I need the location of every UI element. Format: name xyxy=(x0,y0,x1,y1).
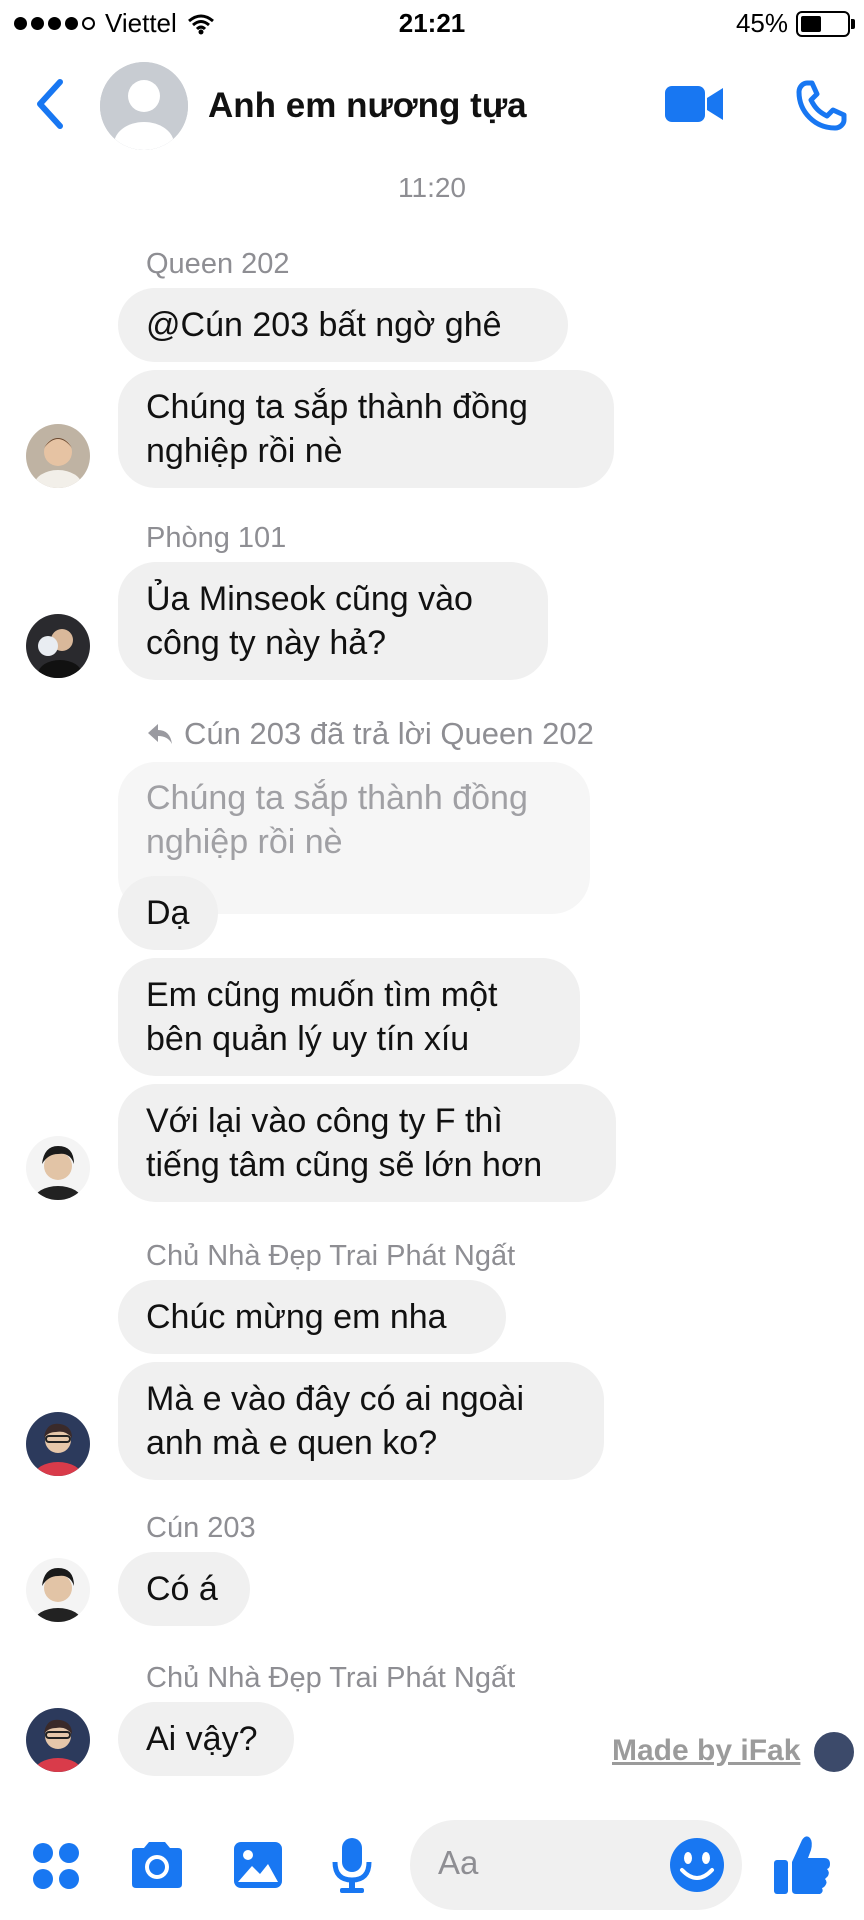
message-bubble[interactable]: Chúc mừng em nha xyxy=(118,1280,506,1354)
message-bubble[interactable]: Chúng ta sắp thành đồng nghiệp rồi nè xyxy=(118,370,614,488)
reply-indicator: Cún 203 đã trả lời Queen 202 xyxy=(146,716,594,752)
message-bubble[interactable]: Em cũng muốn tìm một bên quản lý uy tín … xyxy=(118,958,580,1076)
clock: 21:21 xyxy=(398,8,466,38)
message-bubble[interactable]: Với lại vào công ty F thì tiếng tâm cũng… xyxy=(118,1084,616,1202)
conversation-title[interactable]: Anh em nương tựa xyxy=(208,86,527,126)
back-chevron-icon[interactable] xyxy=(30,76,70,132)
reply-label-text: Cún 203 đã trả lời Queen 202 xyxy=(184,716,594,751)
message-bubble[interactable]: Có á xyxy=(118,1552,250,1626)
battery-icon xyxy=(796,10,855,37)
image-icon[interactable] xyxy=(232,1840,284,1890)
message-input[interactable]: Aa xyxy=(410,1820,742,1910)
quoted-text: nghiệp rồi nè xyxy=(146,823,343,861)
watermark: Made by iFak xyxy=(612,1734,801,1767)
phone-icon[interactable] xyxy=(795,80,847,132)
sender-name: Chủ Nhà Đẹp Trai Phát Ngất xyxy=(146,1240,516,1272)
quoted-text: Chúng ta sắp thành đồng xyxy=(146,779,528,817)
message-text: Dạ xyxy=(146,894,190,932)
group-avatar[interactable] xyxy=(100,62,188,150)
camera-icon[interactable] xyxy=(128,1840,186,1890)
thumbs-up-icon[interactable] xyxy=(772,1834,832,1896)
message-text: Chúc mừng em nha xyxy=(146,1298,447,1336)
avatar[interactable] xyxy=(26,1136,90,1200)
battery-percent: 45% xyxy=(735,8,788,38)
sender-name: Phòng 101 xyxy=(146,522,287,554)
message-input-placeholder: Aa xyxy=(438,1844,479,1881)
composer-bar: Aa xyxy=(0,1820,864,1920)
message-text: nghiệp rồi nè xyxy=(146,432,343,470)
default-avatar-icon xyxy=(100,62,188,150)
message-text: Chúng ta sắp thành đồng xyxy=(146,388,528,426)
apps-grid-icon[interactable] xyxy=(32,1842,80,1890)
message-text: Mà e vào đây có ai ngoài xyxy=(146,1380,525,1418)
avatar[interactable] xyxy=(26,1708,90,1772)
chat-header: Anh em nương tựa xyxy=(0,52,864,162)
message-text: công ty này hả? xyxy=(146,624,387,662)
message-bubble[interactable]: @Cún 203 bất ngờ ghê xyxy=(118,288,568,362)
sender-name: Chủ Nhà Đẹp Trai Phát Ngất xyxy=(146,1662,516,1694)
microphone-icon[interactable] xyxy=(330,1836,374,1894)
message-text: Với lại vào công ty F thì xyxy=(146,1102,503,1140)
reply-arrow-icon xyxy=(148,724,172,744)
smiley-icon[interactable] xyxy=(668,1836,726,1894)
message-text: Có á xyxy=(146,1570,218,1608)
video-camera-icon[interactable] xyxy=(665,84,725,124)
sender-name: Queen 202 xyxy=(146,248,290,280)
watermark-avatar xyxy=(812,1730,856,1774)
message-bubble[interactable]: Dạ xyxy=(118,876,218,950)
battery-status: 45% xyxy=(735,8,855,39)
avatar[interactable] xyxy=(26,1558,90,1622)
message-text: anh mà e quen ko? xyxy=(146,1424,438,1462)
message-bubble[interactable]: Ai vậy? xyxy=(118,1702,294,1776)
avatar[interactable] xyxy=(26,1412,90,1476)
time-separator: 11:20 xyxy=(398,172,466,203)
message-bubble[interactable]: Ủa Minseok cũng vào công ty này hả? xyxy=(118,562,548,680)
message-text: tiếng tâm cũng sẽ lớn hơn xyxy=(146,1146,543,1184)
avatar[interactable] xyxy=(26,424,90,488)
avatar[interactable] xyxy=(26,614,90,678)
message-text: Ai vậy? xyxy=(146,1720,258,1758)
message-text: @Cún 203 bất ngờ ghê xyxy=(146,306,502,344)
message-text: Em cũng muốn tìm một xyxy=(146,976,498,1014)
message-bubble[interactable]: Mà e vào đây có ai ngoài anh mà e quen k… xyxy=(118,1362,604,1480)
message-text: bên quản lý uy tín xíu xyxy=(146,1020,470,1058)
sender-name: Cún 203 xyxy=(146,1512,256,1544)
status-bar: Viettel 21:21 45% xyxy=(0,0,864,52)
message-text: Ủa Minseok cũng vào xyxy=(146,580,473,618)
